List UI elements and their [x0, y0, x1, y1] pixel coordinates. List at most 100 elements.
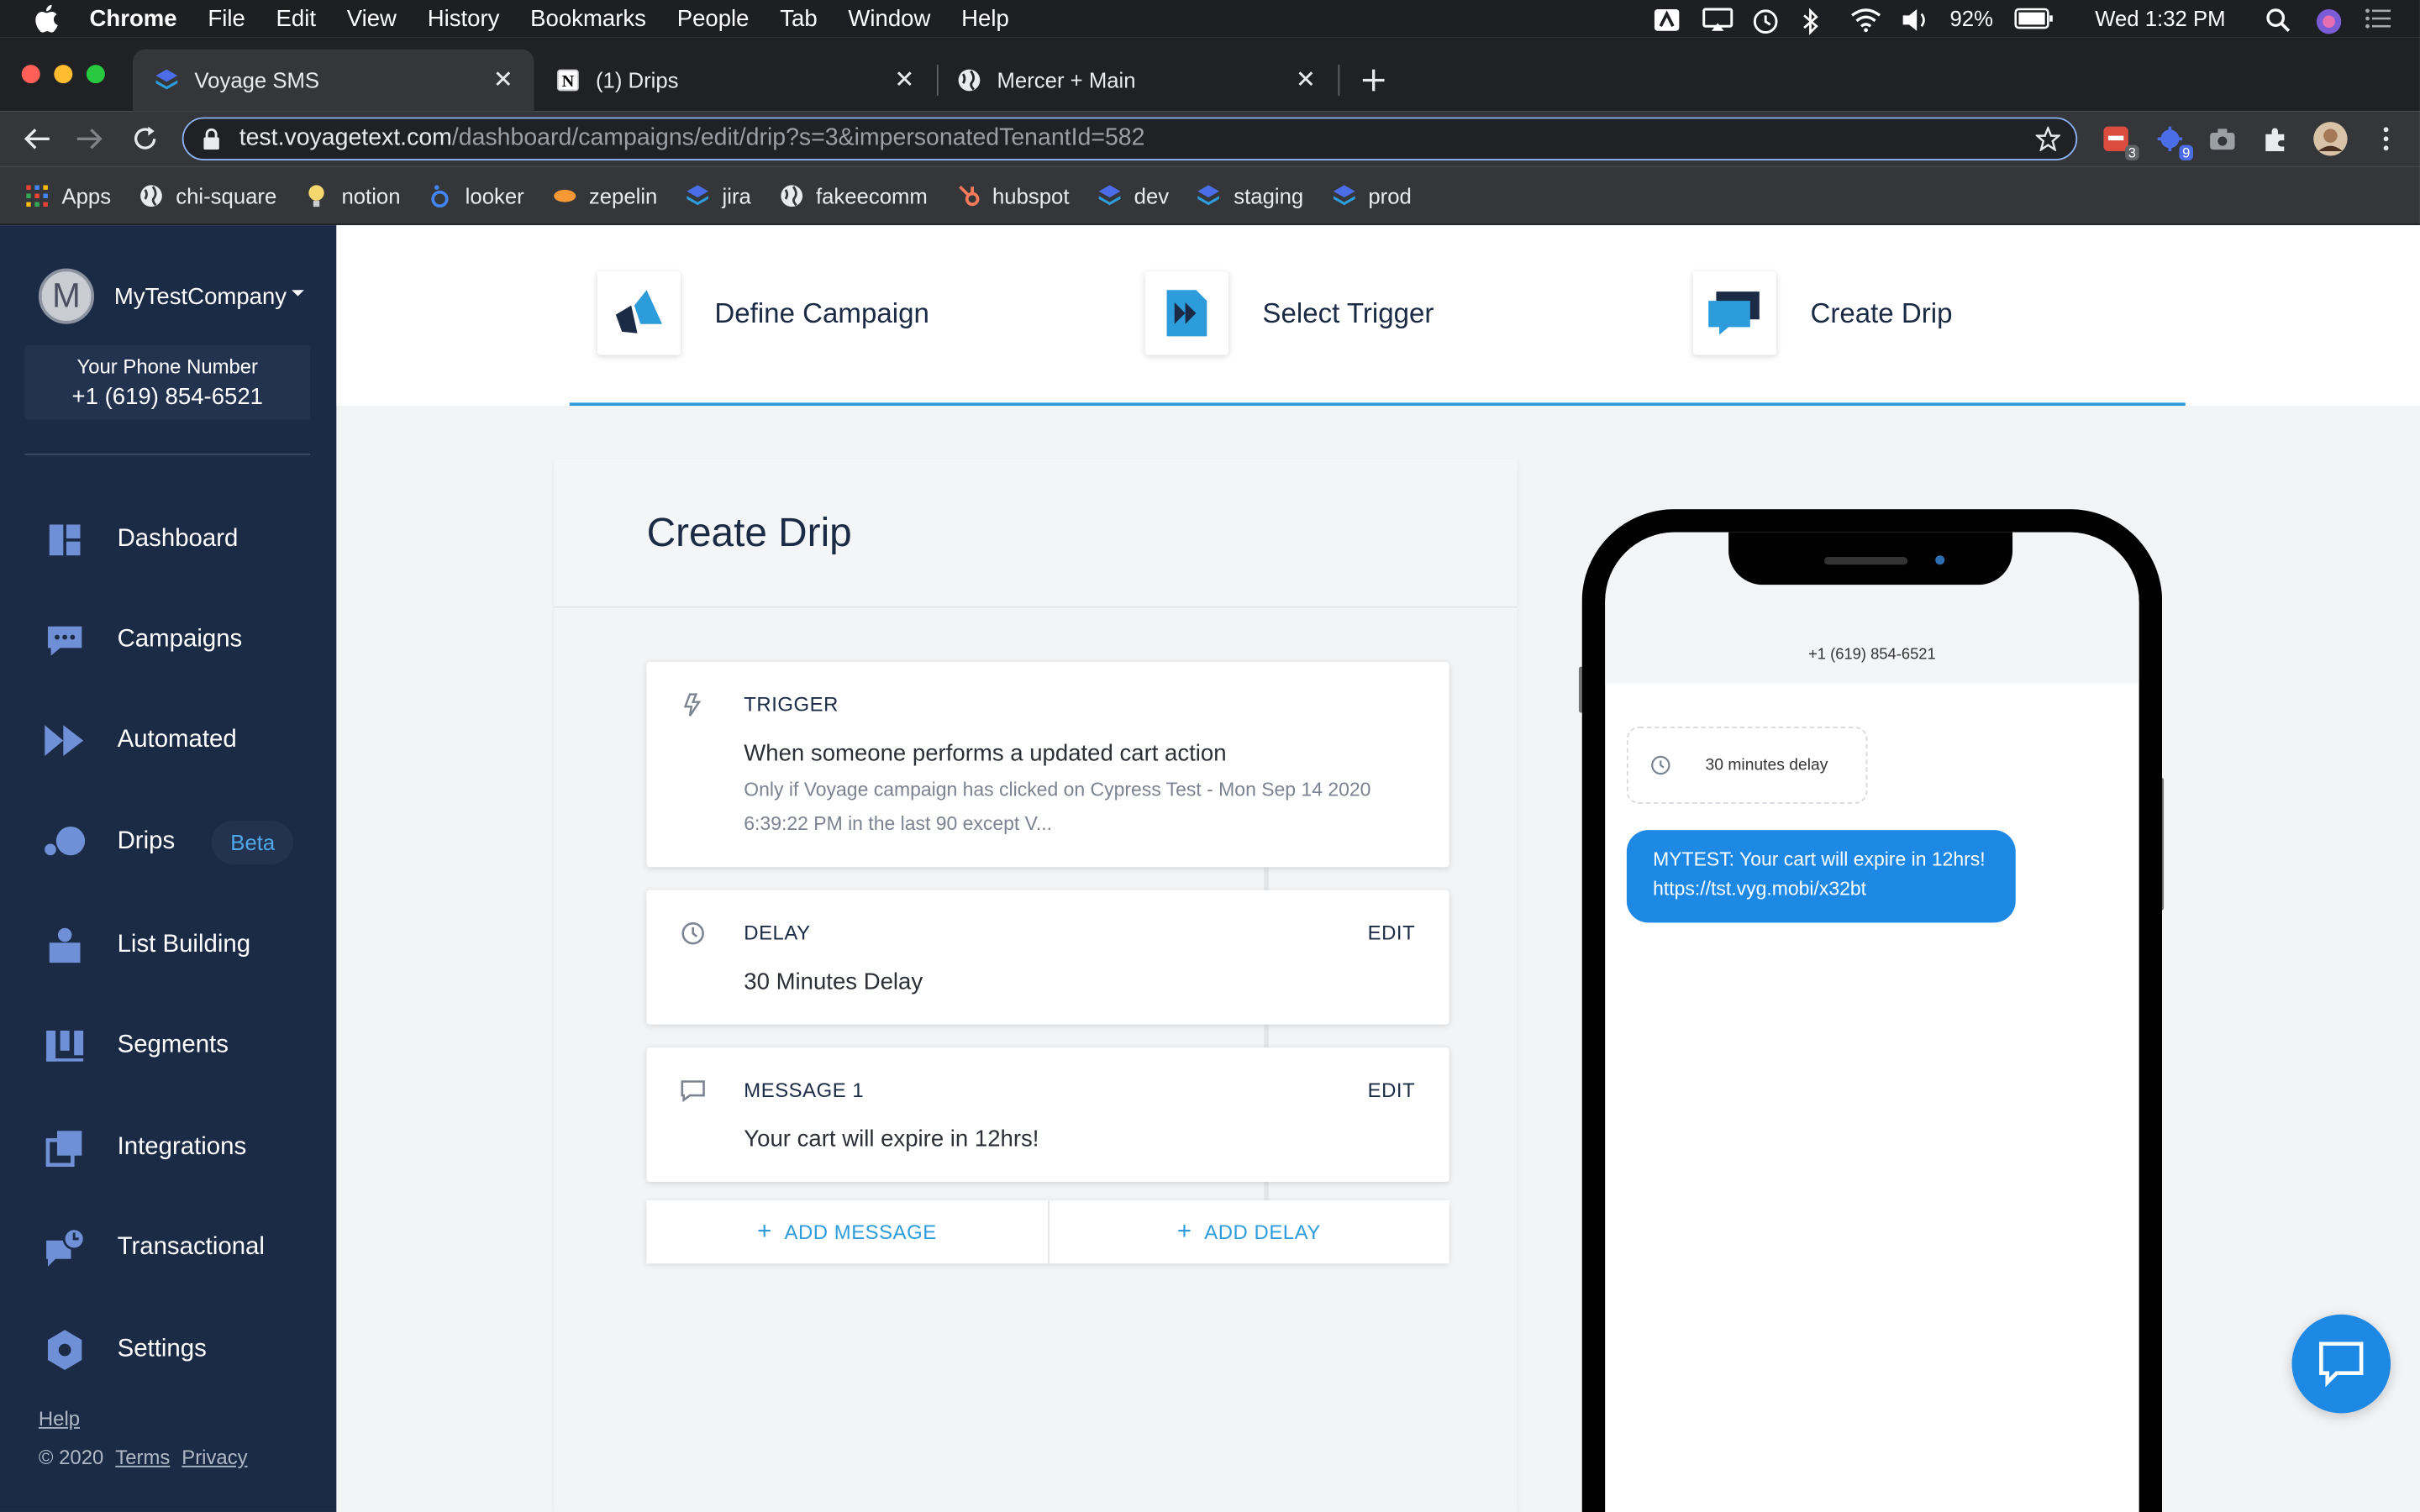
apple-icon[interactable]: [34, 4, 61, 33]
volume-icon[interactable]: [1901, 8, 1928, 31]
delay-block[interactable]: DELAY EDIT 30 Minutes Delay: [646, 890, 1449, 1025]
spotlight-search-icon[interactable]: [2265, 8, 2293, 33]
menu-edit[interactable]: Edit: [276, 5, 316, 31]
bookmark-notion[interactable]: notion: [304, 183, 401, 207]
bookmark-chi-square[interactable]: chi-square: [139, 183, 276, 207]
sidebar-item-campaigns[interactable]: Campaigns: [0, 609, 336, 670]
profile-avatar-icon[interactable]: [2312, 122, 2349, 156]
account-switcher[interactable]: M MyTestCompany: [38, 268, 287, 324]
trigger-description: When someone performs a updated cart act…: [744, 740, 1227, 767]
bookmark-label: dev: [1134, 182, 1170, 208]
bookmark-label: chi-square: [176, 182, 277, 208]
bookmark-dev[interactable]: dev: [1097, 182, 1170, 208]
sidebar-item-settings[interactable]: Settings: [0, 1319, 336, 1380]
menu-file[interactable]: File: [208, 5, 245, 31]
bookmark-looker[interactable]: looker: [429, 183, 524, 207]
extensions-puzzle-icon[interactable]: [2260, 123, 2291, 155]
extension-badge: 9: [2179, 144, 2193, 161]
step-select-trigger[interactable]: Select Trigger: [1144, 271, 1434, 355]
menu-bookmarks[interactable]: Bookmarks: [530, 5, 646, 31]
address-bar[interactable]: test.voyagetext.com/dashboard/campaigns/…: [182, 117, 2078, 161]
sidebar-item-label: Campaigns: [117, 626, 243, 653]
sidebar-item-dashboard[interactable]: Dashboard: [0, 509, 336, 570]
tab-close-icon[interactable]: [1293, 66, 1318, 91]
menu-window[interactable]: Window: [848, 5, 930, 31]
chrome-menu-icon[interactable]: [2370, 123, 2402, 155]
chevron-down-icon[interactable]: [290, 287, 305, 300]
menu-tab[interactable]: Tab: [780, 5, 817, 31]
sidebar-item-list-building[interactable]: List Building: [0, 915, 336, 976]
menu-history[interactable]: History: [428, 5, 500, 31]
terms-link[interactable]: Terms: [115, 1446, 170, 1469]
message-preview: Your cart will expire in 12hrs!: [744, 1126, 1039, 1153]
sidebar-item-automated[interactable]: Automated: [0, 710, 336, 771]
phone-speaker: [1823, 557, 1908, 565]
new-tab-plus-icon[interactable]: [1358, 65, 1389, 96]
notification-center-icon[interactable]: [2365, 8, 2392, 29]
bookmark-prod[interactable]: prod: [1331, 183, 1412, 207]
close-window-button[interactable]: [21, 65, 40, 84]
wifi-icon[interactable]: [1851, 8, 1881, 33]
minimize-window-button[interactable]: [54, 65, 73, 84]
time-machine-icon[interactable]: [1752, 8, 1780, 34]
sidebar-item-transactional[interactable]: Transactional: [0, 1217, 336, 1278]
tab-drips[interactable]: N (1) Drips: [534, 50, 935, 111]
bookmark-staging[interactable]: staging: [1197, 183, 1303, 207]
back-arrow-icon[interactable]: [22, 123, 53, 155]
step-create-drip[interactable]: Create Drip: [1692, 271, 1952, 355]
bookmark-hubspot[interactable]: hubspot: [955, 183, 1070, 207]
menu-people[interactable]: People: [677, 5, 750, 31]
add-message-button[interactable]: + ADD MESSAGE: [647, 1200, 1048, 1263]
edit-message-button[interactable]: EDIT: [1368, 1079, 1416, 1102]
menu-help[interactable]: Help: [961, 5, 1009, 31]
adobe-icon[interactable]: [1654, 8, 1681, 31]
bookmark-label: jira: [722, 182, 751, 208]
siri-icon[interactable]: [2315, 8, 2343, 34]
maximize-window-button[interactable]: [86, 65, 105, 84]
sidebar-item-drips[interactable]: Drips Beta: [0, 811, 336, 873]
hubspot-icon: [955, 183, 980, 207]
menubar-clock[interactable]: Wed 1:32 PM: [2095, 6, 2225, 30]
reload-icon[interactable]: [129, 123, 160, 155]
battery-icon[interactable]: [2015, 8, 2055, 29]
privacy-link[interactable]: Privacy: [182, 1446, 247, 1469]
extension-sparkle-icon[interactable]: 9: [2154, 123, 2193, 161]
tab-close-icon[interactable]: [491, 66, 515, 91]
sidebar-item-label: Segments: [117, 1032, 229, 1058]
delay-value: 30 Minutes Delay: [744, 969, 923, 995]
phone-number-label: Your Phone Number: [76, 354, 259, 378]
trigger-block[interactable]: TRIGGER When someone performs a updated …: [646, 661, 1449, 868]
chat-bubble-icon: [2319, 1341, 2364, 1388]
bookmark-apps[interactable]: Apps: [24, 183, 111, 207]
menu-view[interactable]: View: [347, 5, 397, 31]
bookmark-star-icon[interactable]: [2034, 125, 2062, 152]
bookmark-fakeecomm[interactable]: fakeecomm: [779, 183, 928, 207]
lock-icon[interactable]: [203, 128, 221, 150]
sms-message-bubble: MYTEST: Your cart will expire in 12hrs! …: [1626, 830, 2016, 923]
sidebar-item-segments[interactable]: Segments: [0, 1016, 336, 1077]
list-building-icon: [43, 924, 86, 967]
airplay-icon[interactable]: [1702, 8, 1733, 31]
message-block[interactable]: MESSAGE 1 EDIT Your cart will expire in …: [646, 1047, 1449, 1182]
sidebar-item-integrations[interactable]: Integrations: [0, 1117, 336, 1179]
bookmark-zepelin[interactable]: zepelin: [552, 183, 657, 207]
extension-todoist-icon[interactable]: 3: [2101, 123, 2139, 161]
step-define-campaign[interactable]: Define Campaign: [597, 271, 929, 355]
tab-close-icon[interactable]: [892, 66, 917, 91]
add-message-label: ADD MESSAGE: [784, 1220, 937, 1244]
extension-camera-icon[interactable]: [2207, 123, 2238, 155]
forward-arrow-icon[interactable]: [74, 123, 105, 155]
edit-delay-button[interactable]: EDIT: [1368, 921, 1416, 945]
tab-title: Voyage SMS: [194, 67, 320, 93]
help-link[interactable]: Help: [39, 1407, 80, 1431]
chat-support-button[interactable]: [2291, 1314, 2391, 1414]
settings-icon: [43, 1328, 86, 1371]
tab-voyage-sms[interactable]: Voyage SMS: [132, 49, 534, 112]
menu-app-name[interactable]: Chrome: [90, 5, 177, 31]
battery-percent: 92%: [1949, 6, 1993, 31]
bluetooth-icon[interactable]: [1802, 8, 1829, 35]
bookmark-jira[interactable]: jira: [685, 182, 751, 208]
tab-title: Mercer + Main: [997, 67, 1136, 93]
add-delay-button[interactable]: + ADD DELAY: [1049, 1200, 1449, 1263]
tab-mercer-main[interactable]: Mercer + Main: [935, 50, 1337, 111]
